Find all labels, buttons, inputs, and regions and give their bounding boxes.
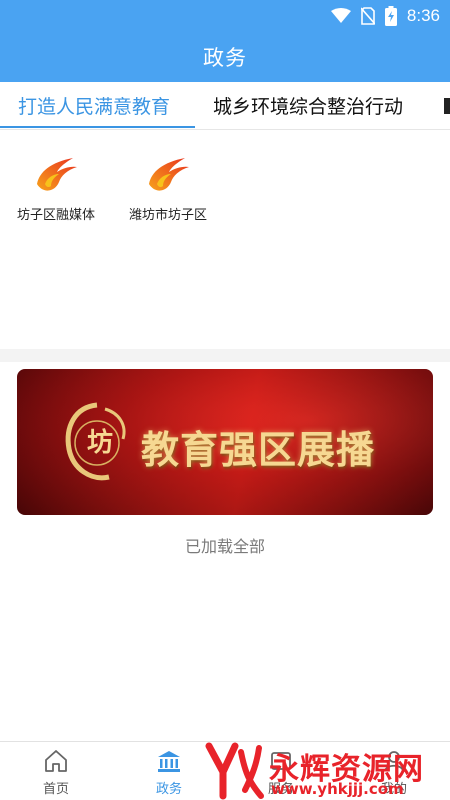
category-tab-strip[interactable]: 打造人民满意教育 城乡环境综合整治行动 — [0, 82, 450, 130]
nav-label: 政务 — [155, 782, 182, 797]
government-building-icon — [158, 751, 180, 772]
tab-partial-glyph — [444, 97, 450, 114]
source-item-fangzi-media[interactable]: 坊子区融媒体 — [6, 150, 106, 230]
status-icons: 8:36 — [330, 6, 440, 26]
nav-label: 首页 — [42, 782, 69, 797]
flame-logo-icon — [37, 158, 77, 191]
fangzi-emblem-icon: 坊 — [65, 402, 126, 481]
no-sim-icon — [360, 7, 375, 25]
svg-text:坊: 坊 — [87, 427, 113, 458]
status-time: 8:36 — [406, 6, 440, 25]
tab-next-partial[interactable] — [444, 82, 450, 129]
section-divider — [0, 349, 450, 362]
watermark-url: www.yhkjjj.com — [271, 780, 404, 798]
active-tab-indicator — [0, 126, 195, 128]
nav-item-home[interactable]: 首页 — [16, 748, 96, 798]
page-title: 政务 — [203, 46, 247, 70]
wifi-icon — [330, 8, 351, 23]
title-bar: 政务 — [0, 32, 450, 82]
banner-title: 教育强区展播 — [141, 427, 376, 472]
source-name: 潍坊市坊子区 — [128, 208, 207, 223]
source-item-weifang-fangzi[interactable]: 潍坊市坊子区 — [118, 150, 218, 230]
battery-charging-icon — [384, 6, 397, 26]
watermark-logo-icon — [205, 742, 264, 800]
watermark-overlay: 永辉资源网 www.yhkjjj.com — [205, 742, 445, 800]
nav-item-government[interactable]: 政务 — [129, 748, 209, 798]
tab-education[interactable]: 打造人民满意教育 — [18, 82, 170, 129]
feature-banner[interactable]: 坊 教育强区展播 — [17, 369, 433, 515]
source-name: 坊子区融媒体 — [16, 208, 95, 223]
tab-environment[interactable]: 城乡环境综合整治行动 — [213, 82, 403, 129]
list-end-text: 已加载全部 — [184, 537, 265, 556]
home-icon — [45, 750, 67, 772]
status-bar: 8:36 — [0, 0, 450, 32]
flame-logo-icon — [149, 158, 189, 191]
